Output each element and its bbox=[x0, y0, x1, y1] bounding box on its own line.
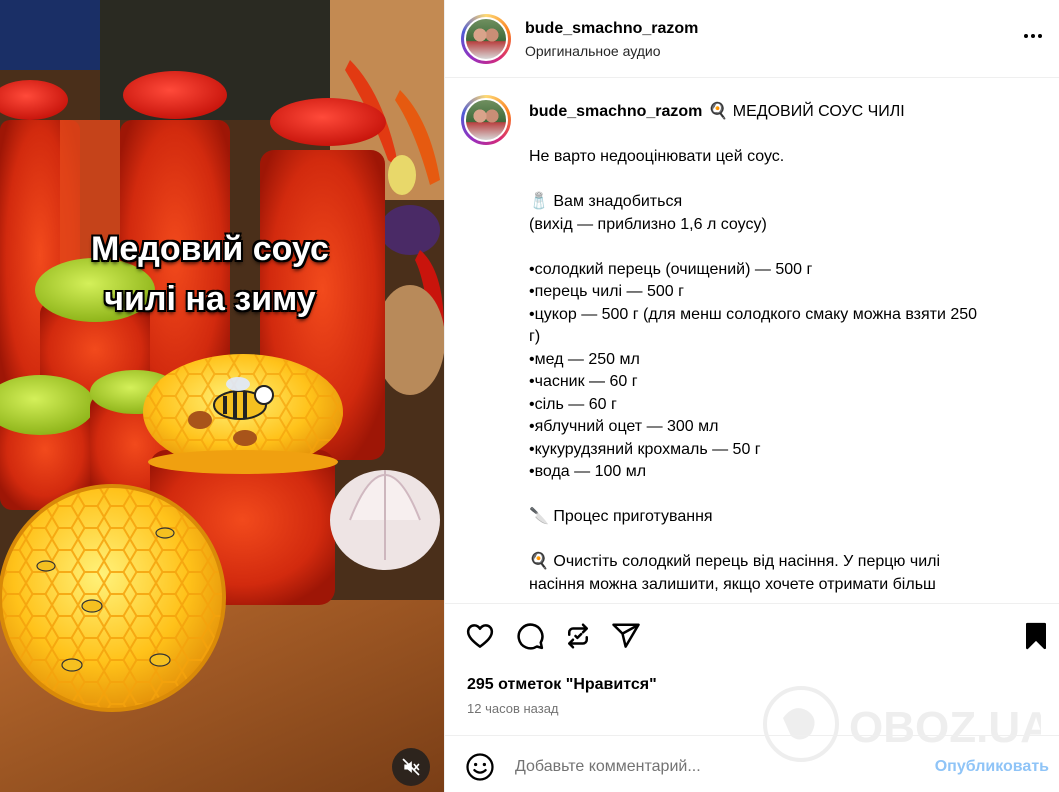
more-options-button[interactable] bbox=[1021, 24, 1045, 51]
video-overlay-title-line1: Медовий соус bbox=[91, 230, 329, 268]
like-button[interactable] bbox=[465, 621, 497, 653]
heart-icon bbox=[466, 624, 494, 648]
caption-line: 🧂 Вам знадобиться bbox=[529, 193, 683, 210]
save-button[interactable] bbox=[1021, 621, 1053, 653]
ingredient-item: •вода — 100 мл bbox=[529, 463, 647, 480]
send-icon bbox=[612, 623, 640, 648]
avatar[interactable] bbox=[461, 13, 511, 64]
repost-icon bbox=[568, 623, 588, 649]
ingredient-item: •часник — 60 г bbox=[529, 373, 638, 390]
ingredient-item: •мед — 250 мл bbox=[529, 350, 640, 368]
caption-line: насіння можна залишити, якщо хочете отри… bbox=[529, 575, 936, 593]
more-horizontal-icon bbox=[1024, 34, 1042, 38]
bookmark-icon bbox=[1026, 622, 1046, 650]
caption-line: (вихід — приблизно 1,6 л соусу) bbox=[529, 215, 767, 233]
ingredient-item: •перець чилі — 500 г bbox=[529, 283, 684, 300]
caption-text: bude_smachno_razom 🍳 МЕДОВИЙ СОУС ЧИЛІ Не… bbox=[529, 101, 1039, 596]
audio-label[interactable]: Оригинальное аудио bbox=[525, 43, 698, 59]
likes-count[interactable]: 295 отметок "Нравится" bbox=[467, 676, 657, 694]
comment-icon bbox=[517, 623, 544, 650]
ingredient-item: •солодкий перець (очищений) — 500 г bbox=[529, 260, 813, 278]
media-photo bbox=[0, 0, 444, 792]
share-button[interactable] bbox=[611, 621, 643, 653]
caption-avatar[interactable] bbox=[461, 95, 511, 145]
author-username[interactable]: bude_smachno_razom bbox=[525, 19, 698, 39]
ingredient-item: г) bbox=[529, 328, 541, 345]
post-actions-bar bbox=[465, 617, 1051, 661]
ingredient-item: •яблучний оцет — 300 мл bbox=[529, 418, 719, 435]
avatar-image bbox=[464, 16, 508, 61]
comment-bar: Опубликовать bbox=[445, 735, 1059, 792]
speaker-muted-icon bbox=[402, 758, 420, 776]
caption-line: 🍳 МЕДОВИЙ СОУС ЧИЛІ bbox=[708, 103, 905, 120]
repost-button[interactable] bbox=[563, 621, 595, 653]
comment-button[interactable] bbox=[515, 621, 547, 653]
caption-scroll-area[interactable]: bude_smachno_razom 🍳 МЕДОВИЙ СОУС ЧИЛІ Не… bbox=[445, 79, 1059, 604]
caption-username[interactable]: bude_smachno_razom bbox=[529, 103, 702, 120]
comment-input[interactable] bbox=[515, 754, 915, 780]
ingredient-item: •сіль — 60 г bbox=[529, 395, 617, 413]
mute-button[interactable] bbox=[392, 748, 430, 786]
avatar-image bbox=[464, 98, 508, 142]
smiley-icon bbox=[466, 753, 494, 781]
publish-button[interactable]: Опубликовать bbox=[935, 758, 1049, 776]
post-header: bude_smachno_razom Оригинальное аудио bbox=[445, 0, 1059, 78]
caption-line: Не варто недооцінювати цей соус. bbox=[529, 148, 785, 165]
emoji-button[interactable] bbox=[465, 752, 495, 782]
post-timestamp[interactable]: 12 часов назад bbox=[467, 701, 559, 716]
ingredient-item: •кукурудзяний крохмаль — 50 г bbox=[529, 440, 761, 458]
caption-line: 🔪 Процес приготування bbox=[529, 508, 713, 525]
ingredient-item: •цукор — 500 г (для менш солодкого смаку… bbox=[529, 305, 978, 323]
video-overlay-title-line2: чилі на зиму bbox=[104, 280, 316, 318]
post-side-panel: bude_smachno_razom Оригинальное аудио bu… bbox=[444, 0, 1059, 792]
post-header-text: bude_smachno_razom Оригинальное аудио bbox=[525, 19, 698, 59]
caption-line: 🍳 Очистіть солодкий перець від насіння. … bbox=[529, 553, 941, 570]
post-media[interactable]: Медовий соус чилі на зиму bbox=[0, 0, 444, 792]
